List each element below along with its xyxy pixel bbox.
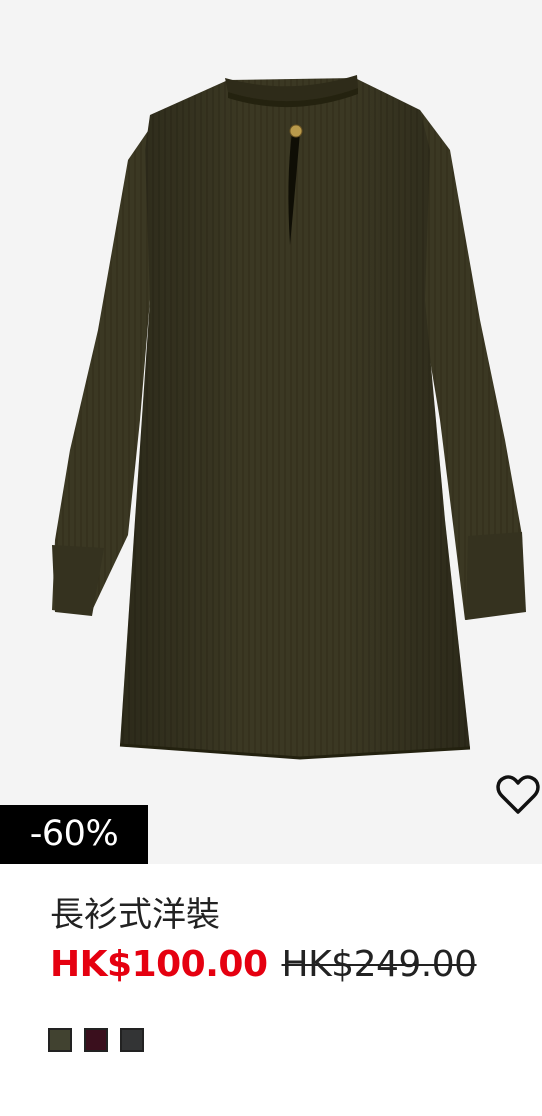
heart-outline-icon bbox=[496, 775, 540, 814]
sale-price: HK$100.00 bbox=[50, 944, 268, 985]
favorite-button[interactable] bbox=[494, 770, 542, 818]
swatch-burgundy[interactable] bbox=[84, 1028, 108, 1052]
product-title[interactable]: 長衫式洋裝 bbox=[50, 893, 220, 937]
product-card[interactable]: -60% 長衫式洋裝 HK$100.00 HK$249.00 bbox=[0, 0, 542, 1116]
price-row: HK$100.00 HK$249.00 bbox=[50, 944, 477, 990]
swatch-charcoal[interactable] bbox=[120, 1028, 144, 1052]
swatch-olive[interactable] bbox=[48, 1028, 72, 1052]
dress-image bbox=[52, 75, 526, 760]
discount-badge: -60% bbox=[0, 805, 148, 864]
product-image[interactable]: -60% bbox=[0, 0, 542, 864]
original-price: HK$249.00 bbox=[281, 944, 478, 985]
color-swatches bbox=[48, 1028, 144, 1052]
